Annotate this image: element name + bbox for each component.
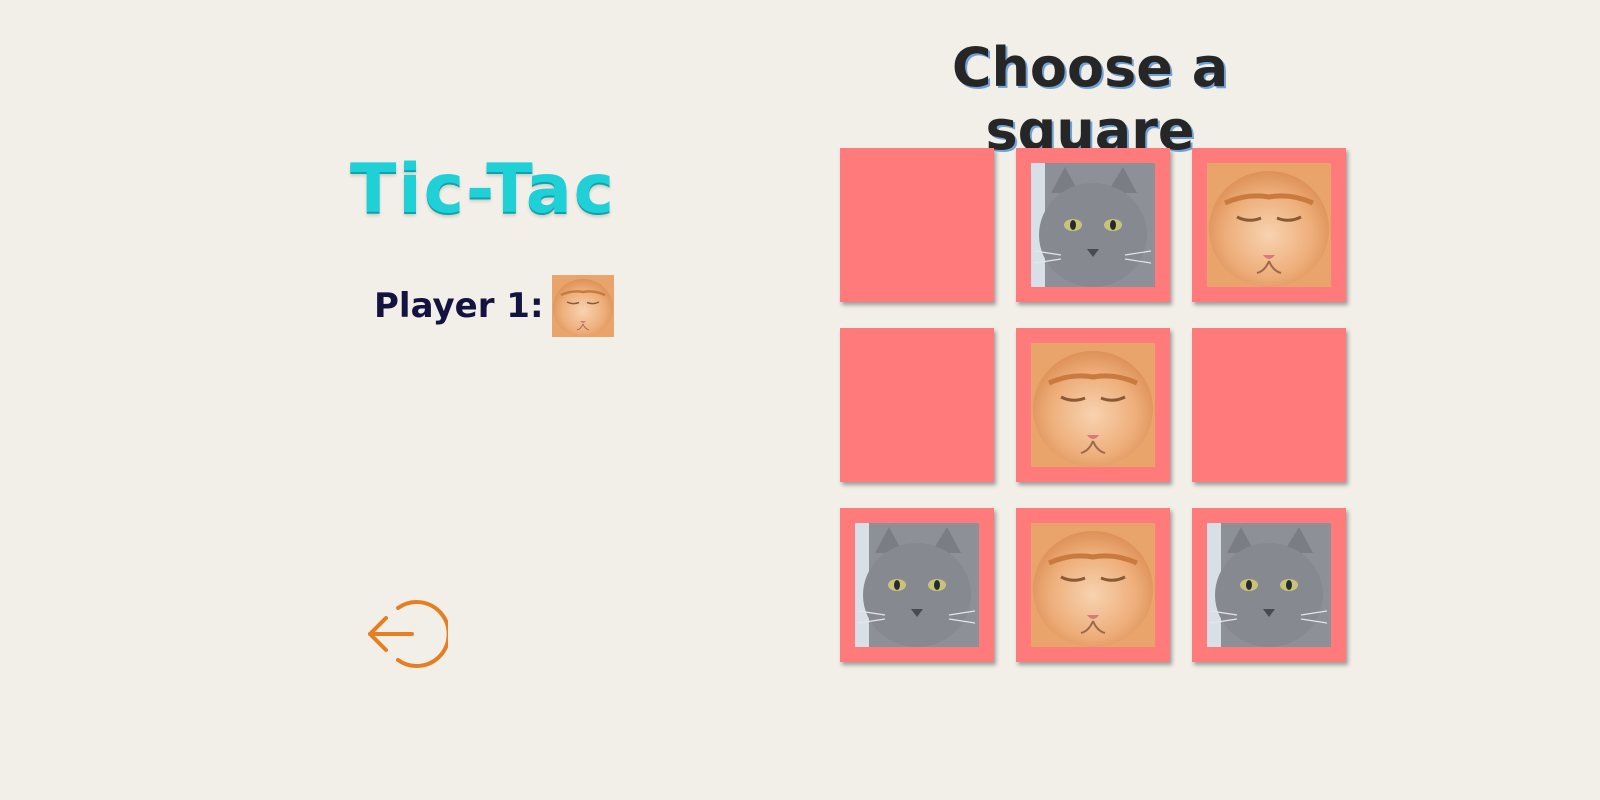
board-cell-3[interactable]: [1192, 148, 1346, 302]
app-logo: Tic-Tac: [350, 150, 617, 229]
board-cell-1[interactable]: [840, 148, 994, 302]
ginger-cat-icon: [551, 275, 614, 337]
gray-cat-icon: [1207, 523, 1331, 647]
board-cell-4[interactable]: [840, 328, 994, 482]
page-title: Choose a square: [951, 36, 1229, 162]
ginger-cat-icon: [1031, 343, 1155, 467]
board-cell-5[interactable]: [1016, 328, 1170, 482]
game-screen: Tic-Tac Player 1: Choose a square: [0, 0, 1600, 800]
gray-cat-icon: [855, 523, 979, 647]
ginger-cat-icon: [1031, 523, 1155, 647]
game-board: [840, 148, 1348, 668]
board-cell-6[interactable]: [1192, 328, 1346, 482]
ginger-cat-icon: [1207, 163, 1331, 287]
board-cell-7[interactable]: [840, 508, 994, 662]
gray-cat-icon: [1031, 163, 1155, 287]
board-cell-2[interactable]: [1016, 148, 1170, 302]
board-cell-8[interactable]: [1016, 508, 1170, 662]
board-cell-9[interactable]: [1192, 508, 1346, 662]
exit-arrow-icon[interactable]: [364, 590, 448, 674]
current-player-indicator: Player 1:: [374, 274, 614, 338]
player-label: Player 1:: [374, 286, 544, 326]
